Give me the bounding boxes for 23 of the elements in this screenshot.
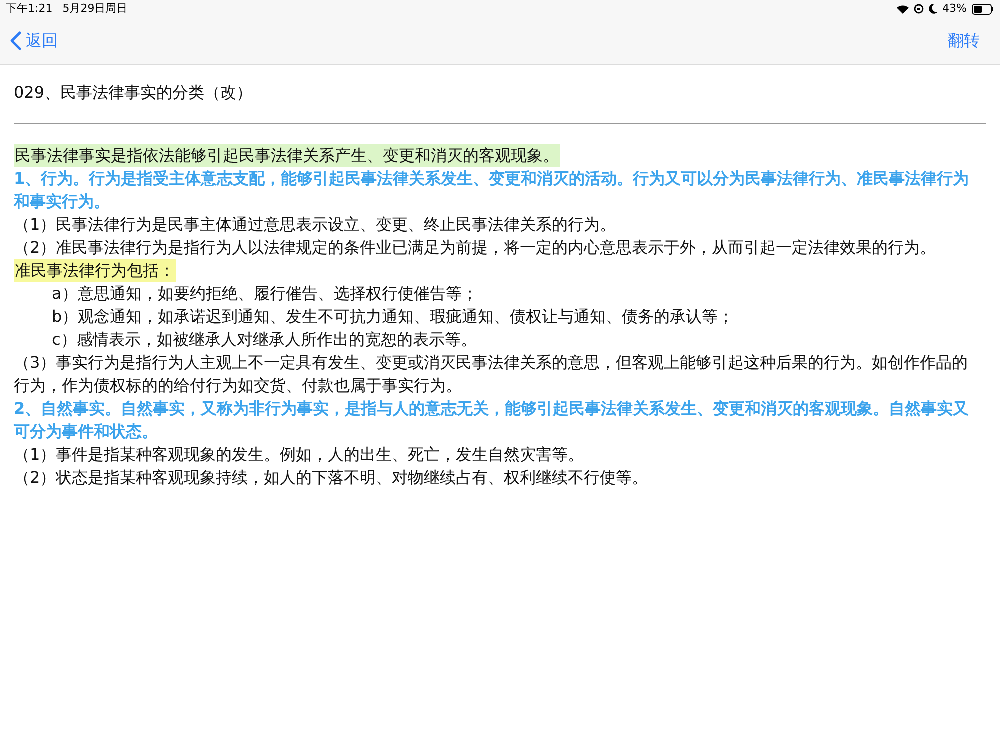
chevron-left-icon xyxy=(10,31,22,51)
paragraph-text: （1）事件是指某种客观现象的发生。例如，人的出生、死亡，发生自然灾害等。 xyxy=(14,444,586,466)
section-heading: 1、行为。行为是指受主体意志支配，能够引起民事法律关系发生、变更和消灭的活动。行为又可以分为民事法律行为、准民事法律行为和事实行为。 xyxy=(14,168,970,213)
wifi-icon xyxy=(896,4,909,14)
list-item-text: a）意思通知，如要约拒绝、履行催告、选择权行使催告等； xyxy=(51,283,479,305)
list-item-text: b）观念通知，如承诺迟到通知、发生不可抗力通知、瑕疵通知、债权让与通知、债务的承认等； xyxy=(51,306,736,328)
battery-percentage: 43% xyxy=(942,0,967,17)
paragraph-text: （2）准民事法律行为是指行为人以法律规定的条件业已满足为前提，将一定的内心意思表示于外，从而引起一定法律效果的行为。 xyxy=(14,237,938,259)
article-title: 029、民事法律事实的分类（改） xyxy=(14,81,986,124)
highlighted-text: 民事法律事实是指依法能够引起民事法律关系产生、变更和消灭的客观现象。 xyxy=(14,144,560,167)
battery-icon xyxy=(972,4,994,14)
status-date: 5月29日周日 xyxy=(62,0,128,17)
rotation-lock-icon xyxy=(914,4,924,14)
list-item-text: c）感情表示，如被继承人对继承人所作出的宽恕的表示等。 xyxy=(51,329,478,351)
paragraph-text: （3）事实行为是指行为人主观上不一定具有发生、变更或消灭民事法律关系的意思，但客观上能够引起这种后果的行为。如创作作品的行为，作为债权标的的给付行为如交货、付款也属于事实行为。 xyxy=(14,352,970,397)
status-time: 下午1:21 xyxy=(6,0,53,17)
back-button[interactable]: 返回 xyxy=(10,29,58,53)
paragraph-text: （1）民事法律行为是民事主体通过意思表示设立、变更、终止民事法律关系的行为。 xyxy=(14,214,618,236)
highlighted-text: 准民事法律行为包括： xyxy=(14,259,176,282)
section-heading: 2、自然事实。自然事实，又称为非行为事实，是指与人的意志无关，能够引起民事法律关系发生、变更和消灭的客观现象。自然事实又可分为事件和状态。 xyxy=(14,398,970,443)
paragraph-text: （2）状态是指某种客观现象持续，如人的下落不明、对物继续占有、权利继续不行使等。 xyxy=(14,467,650,489)
moon-icon xyxy=(928,4,938,14)
flip-button[interactable]: 翻转 xyxy=(948,29,990,53)
